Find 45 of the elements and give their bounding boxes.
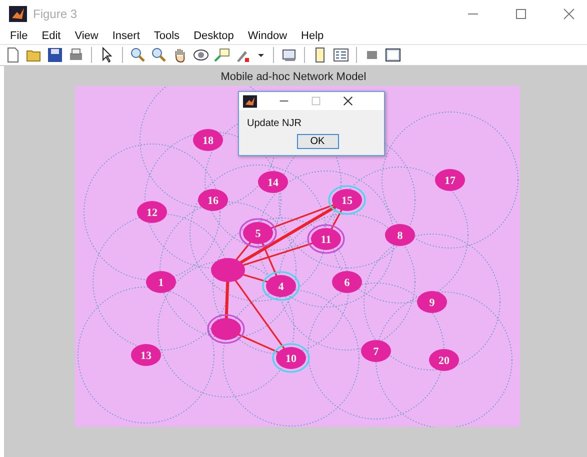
zoom-in-icon[interactable] [130,47,146,63]
network-node: 17 [435,169,465,191]
dock-icon[interactable] [385,47,401,63]
network-node: 5 [239,218,277,248]
app-logo-icon [243,94,257,108]
new-file-icon[interactable] [5,47,21,63]
app-logo-icon [9,6,27,22]
network-node: 11 [307,224,345,254]
network-node: 6 [332,271,362,293]
menu-item[interactable]: File [10,30,28,42]
network-node: 8 [385,224,415,246]
network-node: 12 [137,201,167,223]
menu-item[interactable]: Tools [154,30,180,42]
data-cursor-icon[interactable] [214,47,230,63]
print-icon[interactable] [68,47,84,63]
network-node: 20 [429,349,459,371]
network-node: 7 [361,340,391,362]
save-icon[interactable] [47,47,63,63]
network-node: 10 [272,343,310,373]
network-node: 16 [198,189,228,211]
menu-item[interactable]: Desktop [194,30,234,42]
rotate-icon[interactable] [193,47,209,63]
zoom-out-icon[interactable] [151,47,167,63]
network-node: 9 [417,291,447,313]
maximize-icon[interactable] [515,8,527,20]
network-node: 18 [193,129,223,151]
network-node [211,258,245,282]
network-node: 4 [262,271,300,301]
network-node [207,314,245,344]
close-icon[interactable] [343,96,353,106]
network-node: 14 [258,171,288,193]
menu-item[interactable]: Window [248,30,288,42]
plot-title: Mobile ad-hoc Network Model [220,70,368,85]
ok-button[interactable]: OK [296,134,338,149]
maximize-icon [311,96,321,106]
menu-item[interactable]: Edit [42,30,61,42]
dialog-message: Update NJR [246,117,302,129]
menu-item[interactable]: View [74,30,98,42]
network-node: 13 [131,344,161,366]
menu-item[interactable]: Insert [112,30,140,42]
legend-icon[interactable] [333,47,349,63]
window-title: Figure 3 [33,7,78,21]
network-node: 15 [328,185,366,215]
menu-item[interactable]: Help [301,30,324,42]
network-node: 1 [146,271,176,293]
